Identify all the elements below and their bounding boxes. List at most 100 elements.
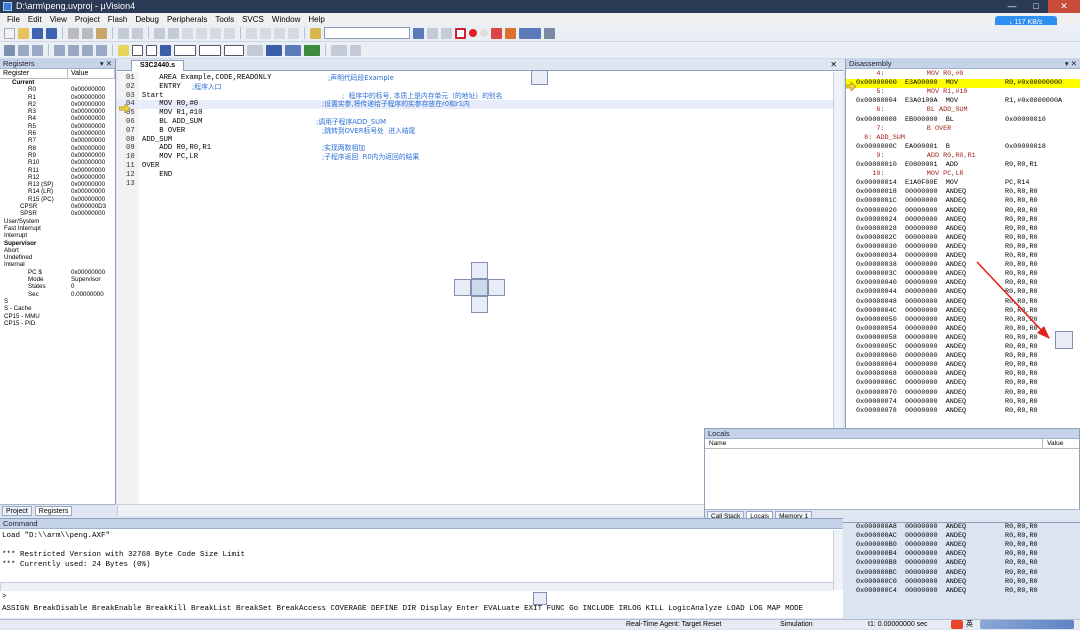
menu-tools[interactable]: Tools — [211, 15, 238, 24]
serial-window-icon[interactable] — [266, 44, 282, 56]
disassembly-line[interactable]: 0x000000B0 00000000 ANDEQ R0,R0,R0 — [846, 541, 1080, 550]
code-line[interactable]: 09 ADD R0,R0,R1 ;实现两数相加 — [117, 144, 843, 153]
disassembly-source-line[interactable]: 6: BL ADD_SUM — [846, 106, 1080, 115]
disassembly-source-line[interactable]: 7: B OVER — [846, 125, 1080, 134]
code-line[interactable]: 12 END — [117, 171, 843, 180]
find-combo[interactable] — [324, 27, 410, 39]
command-vertical-scrollbar[interactable] — [833, 530, 843, 590]
disassembly-line[interactable]: 0x00000038 00000000 ANDEQ R0,R0,R0 — [846, 261, 1080, 270]
disassembly-line[interactable]: 0x000000B8 00000000 ANDEQ R0,R0,R0 — [846, 559, 1080, 568]
debug-session-icon[interactable] — [455, 27, 466, 39]
register-row[interactable]: SPSR 0x00000000 — [0, 210, 115, 217]
register-row[interactable]: R3 0x00000000 — [0, 108, 115, 115]
dock-center-icon[interactable] — [471, 279, 488, 296]
register-row[interactable]: Supervisor — [0, 240, 115, 247]
command-horizontal-scrollbar[interactable] — [0, 582, 833, 591]
copy-icon[interactable] — [82, 27, 93, 39]
maximize-button[interactable]: □ — [1024, 0, 1048, 13]
register-row[interactable]: CP15 - PID — [0, 320, 115, 327]
disable-breakpoint-icon[interactable] — [480, 29, 488, 37]
code-line[interactable]: 13 — [117, 180, 843, 189]
disassembly-line[interactable]: 0x000000BC 00000000 ANDEQ R0,R0,R0 — [846, 569, 1080, 578]
disassembly-line[interactable]: 0x0000003C 00000000 ANDEQ R0,R0,R0 — [846, 270, 1080, 279]
register-row[interactable]: R5 0x00000000 — [0, 123, 115, 130]
cut-icon[interactable] — [68, 27, 79, 39]
disassembly-line[interactable]: 0x00000018 00000000 ANDEQ R0,R0,R0 — [846, 188, 1080, 197]
value-column-header[interactable]: Value — [68, 69, 115, 78]
disassembly-line[interactable]: 0x00000000 E3A00000 MOV R0,#0x00000000 — [846, 79, 1080, 89]
register-row[interactable]: R2 0x00000000 — [0, 101, 115, 108]
tab-project[interactable]: Project — [2, 505, 32, 516]
find-dropdown-icon[interactable] — [413, 27, 424, 39]
incremental-find-icon[interactable] — [427, 27, 438, 39]
dock-up-icon[interactable] — [471, 262, 488, 279]
disassembly-line[interactable]: 0x00000024 00000000 ANDEQ R0,R0,R0 — [846, 216, 1080, 225]
register-row[interactable]: R15 (PC) 0x00000000 — [0, 196, 115, 203]
disassembly-line[interactable]: 0x0000006C 00000000 ANDEQ R0,R0,R0 — [846, 379, 1080, 388]
register-row[interactable]: R1 0x00000000 — [0, 94, 115, 101]
command-prompt[interactable]: > — [2, 593, 7, 601]
disassembly-source-line[interactable]: 5: MOV R1,#10 — [846, 88, 1080, 97]
register-row[interactable]: S — [0, 298, 115, 305]
dock-top-target[interactable] — [531, 70, 548, 85]
register-row[interactable]: R10 0x00000000 — [0, 159, 115, 166]
prev-bookmark-icon[interactable] — [196, 27, 207, 39]
register-row[interactable]: Fast Interrupt — [0, 225, 115, 232]
register-row[interactable]: Mode Supervisor — [0, 276, 115, 283]
register-row[interactable]: Interrupt — [0, 232, 115, 239]
step-over-icon[interactable] — [68, 44, 79, 56]
disassembly-line[interactable]: 0x00000058 00000000 ANDEQ R0,R0,R0 — [846, 334, 1080, 343]
disassembly-line[interactable]: 0x000000B4 00000000 ANDEQ R0,R0,R0 — [846, 550, 1080, 559]
register-row[interactable]: R14 (LR) 0x00000000 — [0, 188, 115, 195]
disassembly-line[interactable]: 0x0000004C 00000000 ANDEQ R0,R0,R0 — [846, 307, 1080, 316]
disassembly-panel-controls[interactable]: ▾ ✕ — [1065, 59, 1077, 69]
run-to-cursor-icon[interactable] — [96, 44, 107, 56]
disassembly-source-line[interactable]: 8: ADD_SUM — [846, 134, 1080, 143]
minimize-button[interactable]: — — [1000, 0, 1024, 13]
dock-bottom-target[interactable] — [533, 592, 547, 605]
undo-icon[interactable] — [118, 27, 129, 39]
registers-panel-controls[interactable]: ▾ ✕ — [100, 59, 112, 69]
register-row[interactable]: PC $ 0x00000000 — [0, 269, 115, 276]
code-line[interactable]: 11 OVER — [117, 162, 843, 171]
run-icon[interactable] — [18, 44, 29, 56]
configure-icon[interactable] — [544, 27, 555, 39]
dock-right-icon[interactable] — [488, 279, 505, 296]
disassembly-line[interactable]: 0x00000074 00000000 ANDEQ R0,R0,R0 — [846, 398, 1080, 407]
disassembly-source-line[interactable]: 9: ADD R0,R0,R1 — [846, 152, 1080, 161]
tab-s3c2440-s[interactable]: S3C2440.s — [131, 60, 185, 71]
step-out-icon[interactable] — [82, 44, 93, 56]
code-line[interactable]: 02 ENTRY ;程序入口 — [117, 83, 843, 92]
comment-icon[interactable] — [274, 27, 285, 39]
disassembly-line[interactable]: 0x00000044 00000000 ANDEQ R0,R0,R0 — [846, 288, 1080, 297]
register-column-header[interactable]: Register — [0, 69, 68, 78]
menu-svcs[interactable]: SVCS — [238, 15, 268, 24]
disassembly-line[interactable]: 0x00000070 00000000 ANDEQ R0,R0,R0 — [846, 389, 1080, 398]
analysis-window-icon[interactable] — [285, 44, 301, 56]
navigate-forward-icon[interactable] — [168, 27, 179, 39]
disassembly-line[interactable]: 0x000000C0 00000000 ANDEQ R0,R0,R0 — [846, 578, 1080, 587]
open-folder-icon[interactable] — [18, 27, 29, 39]
code-line[interactable]: 06 BL ADD_SUM ;调用子程序ADD_SUM — [117, 118, 843, 127]
disassembly-line[interactable]: 0x00000010 E0800001 ADD R0,R0,R1 — [846, 161, 1080, 170]
register-row[interactable]: R13 (SP) 0x00000000 — [0, 181, 115, 188]
stop-icon[interactable] — [32, 44, 43, 56]
find-icon[interactable] — [441, 27, 452, 39]
toolbox-icon[interactable] — [350, 44, 361, 56]
disassembly-line[interactable]: 0x00000028 00000000 ANDEQ R0,R0,R0 — [846, 225, 1080, 234]
register-row[interactable]: States 0 — [0, 283, 115, 290]
register-row[interactable]: S - Cache — [0, 305, 115, 312]
disassembly-source-line[interactable]: 10: MOV PC,LR — [846, 170, 1080, 179]
register-row[interactable]: Internal — [0, 261, 115, 268]
disassembly-line[interactable]: 0x00000040 00000000 ANDEQ R0,R0,R0 — [846, 279, 1080, 288]
sogou-ime-icon[interactable] — [951, 620, 963, 629]
disassembly-line[interactable]: 0x00000048 00000000 ANDEQ R0,R0,R0 — [846, 298, 1080, 307]
kill-breakpoints-icon[interactable] — [491, 27, 502, 39]
disassembly-line[interactable]: 0x00000064 00000000 ANDEQ R0,R0,R0 — [846, 361, 1080, 370]
disassembly-line[interactable]: 0x00000014 E1A0F00E MOV PC,R14 — [846, 179, 1080, 188]
code-line[interactable]: 03 Start; 程序中的标号, 本质上是内存单元（的地址）的别名 — [117, 92, 843, 101]
reset-icon[interactable] — [4, 44, 15, 56]
bookmark-icon[interactable] — [182, 27, 193, 39]
menu-debug[interactable]: Debug — [131, 15, 163, 24]
indent-icon[interactable] — [246, 27, 257, 39]
